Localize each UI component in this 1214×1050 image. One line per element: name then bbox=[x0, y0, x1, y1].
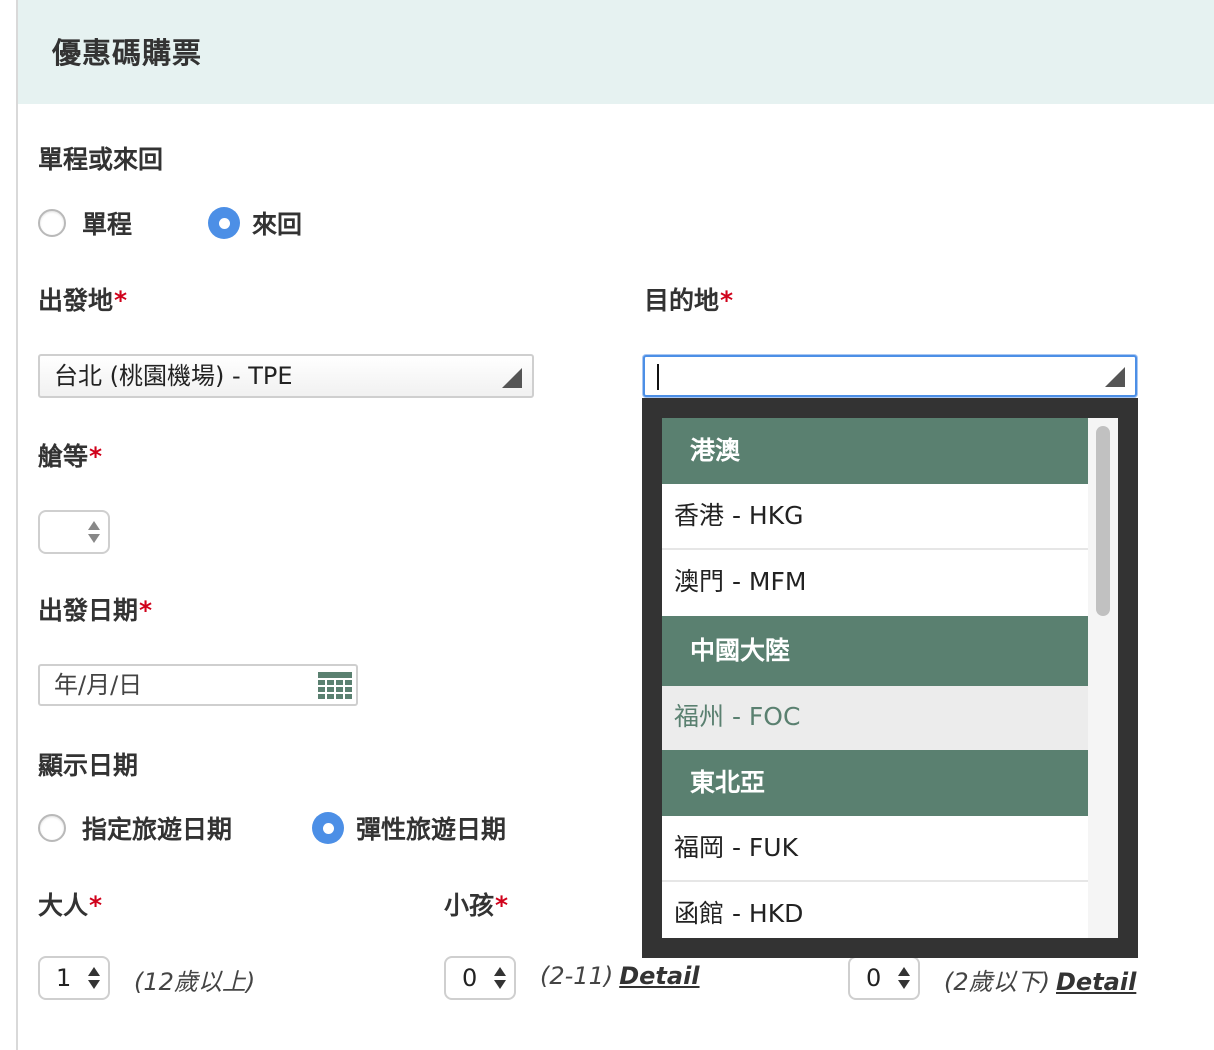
scrollbar-thumb[interactable] bbox=[1096, 426, 1110, 616]
round-trip-radio[interactable] bbox=[208, 207, 240, 239]
origin-select[interactable]: 台北 (桃園機場) - TPE bbox=[38, 354, 534, 398]
destination-select[interactable] bbox=[643, 355, 1137, 397]
adult-count-value: 1 bbox=[56, 964, 72, 992]
depart-date-label: 出發日期* bbox=[38, 596, 153, 625]
flexible-date-label: 彈性旅遊日期 bbox=[356, 815, 507, 844]
infant-age-hint: (2歲以下) Detail bbox=[944, 968, 1137, 996]
destination-dropdown-list[interactable]: 港澳 香港 - HKG 澳門 - MFM 中國大陸 福州 - FOC 東北亞 福… bbox=[662, 418, 1088, 938]
dropdown-group-header: 東北亞 bbox=[662, 750, 1088, 816]
origin-value: 台北 (桃園機場) - TPE bbox=[54, 362, 293, 390]
origin-label: 出發地* bbox=[38, 286, 128, 315]
dropdown-option[interactable]: 福岡 - FUK bbox=[662, 816, 1088, 882]
stepper-arrows-icon bbox=[898, 967, 910, 989]
cabin-label: 艙等* bbox=[38, 442, 103, 471]
radio-round-trip[interactable]: 來回 bbox=[208, 205, 302, 241]
adult-age-hint: (12歲以上) bbox=[134, 968, 256, 996]
dropdown-group-header: 港澳 bbox=[662, 418, 1088, 484]
depart-date-placeholder: 年/月/日 bbox=[54, 671, 143, 699]
round-trip-label: 來回 bbox=[252, 210, 303, 239]
dropdown-option[interactable]: 香港 - HKG bbox=[662, 484, 1088, 550]
dropdown-group-header: 中國大陸 bbox=[662, 616, 1088, 686]
text-cursor bbox=[657, 364, 659, 390]
cabin-select[interactable] bbox=[38, 510, 110, 554]
specific-date-label: 指定旅遊日期 bbox=[82, 815, 233, 844]
one-way-radio[interactable] bbox=[38, 209, 66, 237]
one-way-label: 單程 bbox=[82, 210, 133, 239]
child-age-hint: (2-11) Detail bbox=[540, 962, 700, 990]
dropdown-arrow-icon bbox=[502, 368, 522, 388]
dropdown-option[interactable]: 函館 - HKD bbox=[662, 882, 1088, 938]
radio-flexible-date[interactable]: 彈性旅遊日期 bbox=[312, 810, 506, 846]
child-label: 小孩* bbox=[444, 891, 509, 920]
destination-label: 目的地* bbox=[644, 286, 734, 315]
specific-date-radio[interactable] bbox=[38, 814, 66, 842]
infant-count-value: 0 bbox=[866, 964, 882, 992]
child-detail-link[interactable]: Detail bbox=[619, 962, 699, 990]
dropdown-scrollbar[interactable] bbox=[1088, 418, 1118, 938]
infant-count-select[interactable]: 0 bbox=[848, 956, 920, 1000]
stepper-arrows-icon bbox=[88, 967, 100, 989]
adult-label: 大人* bbox=[38, 891, 103, 920]
child-count-value: 0 bbox=[462, 964, 478, 992]
radio-specific-date[interactable]: 指定旅遊日期 bbox=[38, 810, 232, 846]
display-date-label: 顯示日期 bbox=[38, 751, 139, 780]
left-border bbox=[16, 0, 18, 1050]
flexible-date-radio[interactable] bbox=[312, 812, 344, 844]
calendar-icon[interactable] bbox=[318, 672, 352, 700]
dropdown-arrow-icon bbox=[1105, 367, 1125, 387]
page-title: 優惠碼購票 bbox=[52, 36, 203, 70]
stepper-arrows-icon bbox=[88, 521, 100, 543]
child-count-select[interactable]: 0 bbox=[444, 956, 516, 1000]
radio-one-way[interactable]: 單程 bbox=[38, 205, 132, 241]
trip-type-label: 單程或來回 bbox=[38, 145, 164, 174]
depart-date-input[interactable]: 年/月/日 bbox=[38, 664, 358, 706]
adult-count-select[interactable]: 1 bbox=[38, 956, 110, 1000]
infant-detail-link[interactable]: Detail bbox=[1056, 968, 1136, 996]
dropdown-option[interactable]: 澳門 - MFM bbox=[662, 550, 1088, 616]
form-header: 優惠碼購票 bbox=[18, 0, 1214, 104]
dropdown-option-hovered[interactable]: 福州 - FOC bbox=[662, 686, 1088, 750]
stepper-arrows-icon bbox=[494, 967, 506, 989]
destination-dropdown: 港澳 香港 - HKG 澳門 - MFM 中國大陸 福州 - FOC 東北亞 福… bbox=[642, 398, 1138, 958]
